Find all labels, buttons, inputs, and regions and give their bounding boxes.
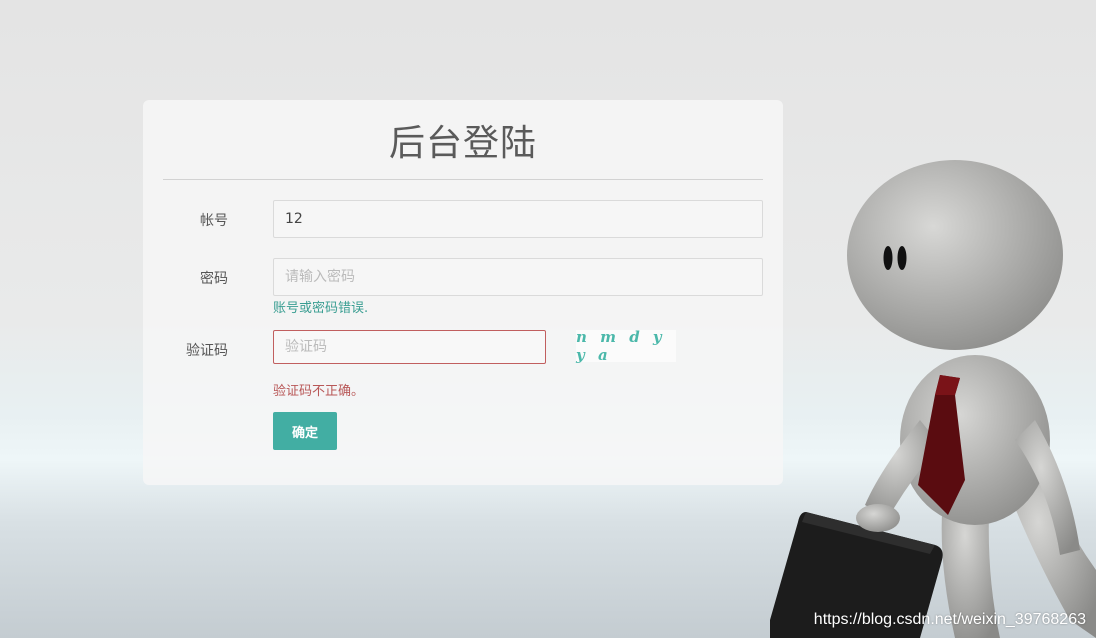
watermark-text: https://blog.csdn.net/weixin_39768263	[813, 611, 1086, 628]
password-error-message: 账号或密码错误.	[273, 301, 369, 316]
account-label: 帐号	[200, 213, 228, 229]
captcha-image[interactable]: n m d y y a	[576, 328, 676, 364]
submit-button[interactable]: 确定	[273, 412, 337, 450]
login-panel: 后台登陆 帐号 密码 账号或密码错误. 验证码 n m d y y a 验证码不…	[143, 100, 783, 485]
captcha-input[interactable]	[273, 330, 546, 364]
page-title: 后台登陆	[388, 123, 537, 164]
title-divider	[163, 179, 763, 180]
password-label: 密码	[200, 271, 228, 287]
account-input[interactable]	[273, 200, 763, 238]
captcha-error-message: 验证码不正确。	[273, 384, 365, 399]
captcha-label: 验证码	[186, 343, 228, 359]
password-input[interactable]	[273, 258, 763, 296]
businessman-figure-icon	[770, 160, 1096, 638]
